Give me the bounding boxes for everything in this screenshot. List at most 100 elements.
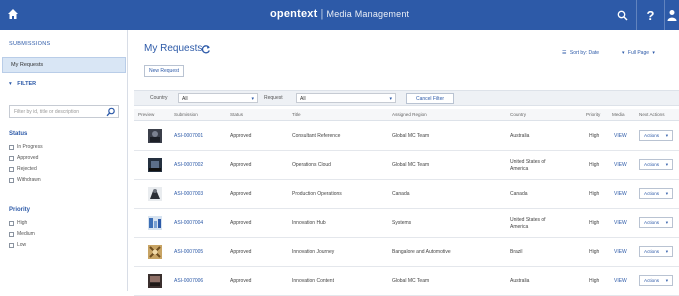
sidebar-item-my-requests[interactable]: My Requests [2,57,126,73]
actions-dropdown[interactable]: Actions ▾ [639,188,673,199]
media-view-link[interactable]: VIEW [614,278,627,284]
status-option-in-progress[interactable]: In Progress [9,143,43,151]
page-title: My Requests [144,43,203,54]
country-filter-select[interactable]: All ▾ [178,93,258,103]
column-header-country[interactable]: Country [510,112,526,117]
media-view-link[interactable]: VIEW [614,249,627,255]
column-header-preview[interactable]: Preview [138,112,154,117]
chevron-down-icon: ▾ [251,96,254,102]
actions-label: Actions [644,191,660,196]
home-icon[interactable] [6,7,20,21]
filter-toggle[interactable]: ▾ FILTER [9,81,36,87]
checkbox[interactable] [9,177,14,183]
thumbnail-image[interactable] [148,216,162,230]
chevron-down-icon: ▾ [622,50,625,56]
column-header-actions[interactable]: Next Actions [639,112,665,117]
submission-id-link[interactable]: ASI-0007006 [174,278,203,284]
media-view-link[interactable]: VIEW [614,220,627,226]
view-control[interactable]: ▾ Full Page ▾ [622,50,655,56]
country-cell: United States of America [510,159,546,172]
user-icon [667,10,677,21]
main-content: My Requests ☰ Sort by: Date ▾ Full Page … [130,30,679,296]
chevron-down-icon: ▾ [389,96,392,102]
table-header: Preview Submission Status Title Assigned… [134,109,679,121]
table-row[interactable]: ASI-0007001 Approved Consultant Referenc… [134,122,679,151]
priority-option-high[interactable]: High [9,219,27,227]
view-label: Full Page [627,50,650,56]
checkbox-label: Withdrawn [17,177,41,183]
top-header-bar: opentext | Media Management ? [0,0,679,30]
priority-option-low[interactable]: Low [9,241,26,249]
chevron-down-icon: ▾ [652,50,655,56]
submission-id-link[interactable]: ASI-0007004 [174,220,203,226]
cancel-filter-button[interactable]: Cancel Filter [406,93,454,104]
checkbox[interactable] [9,144,14,150]
thumbnail-image[interactable] [148,158,162,172]
user-button[interactable] [664,0,679,30]
status-cell: Approved [230,220,252,226]
filter-search-placeholder: Filter by id, title or description [14,109,80,115]
status-cell: Approved [230,162,252,168]
new-request-button[interactable]: New Request [144,65,184,77]
priority-filter-heading: Priority [9,207,31,213]
checkbox[interactable] [9,220,14,226]
column-header-submission[interactable]: Submission [174,112,198,117]
column-header-title[interactable]: Title [292,112,301,117]
status-cell: Approved [230,249,252,255]
search-button[interactable] [608,0,636,30]
column-header-status[interactable]: Status [230,112,243,117]
status-option-rejected[interactable]: Rejected [9,165,37,173]
thumbnail-image[interactable] [148,187,162,201]
sort-control[interactable]: ☰ Sort by: Date [562,50,599,56]
actions-label: Actions [644,162,660,167]
status-option-approved[interactable]: Approved [9,154,38,162]
submission-id-link[interactable]: ASI-0007005 [174,249,203,255]
actions-label: Actions [644,249,660,254]
actions-dropdown[interactable]: Actions ▾ [639,130,673,141]
table-row[interactable]: ASI-0007002 Approved Operations Cloud Gl… [134,151,679,180]
checkbox[interactable] [9,231,14,237]
table-row[interactable]: ASI-0007004 Approved Innovation Hub Syst… [134,209,679,238]
title-cell: Consultant Reference [292,133,341,139]
help-button[interactable]: ? [636,0,664,30]
actions-dropdown[interactable]: Actions ▾ [639,217,673,228]
column-header-priority[interactable]: Priority [586,112,600,117]
priority-cell: High [589,278,600,284]
sort-label: Sort by: Date [569,50,600,56]
media-view-link[interactable]: VIEW [614,162,627,168]
submission-id-link[interactable]: ASI-0007001 [174,133,203,139]
thumbnail-image[interactable] [148,274,162,288]
submission-id-link[interactable]: ASI-0007002 [174,162,203,168]
priority-option-medium[interactable]: Medium [9,230,35,238]
media-view-link[interactable]: VIEW [614,191,627,197]
filter-search-input[interactable]: Filter by id, title or description [9,105,119,118]
column-header-region[interactable]: Assigned Region [392,112,427,117]
checkbox-label: In Progress [17,144,43,150]
status-option-withdrawn[interactable]: Withdrawn [9,176,41,184]
actions-dropdown[interactable]: Actions ▾ [639,246,673,257]
request-filter-select[interactable]: All ▾ [296,93,396,103]
region-cell: Global MC Team [392,162,430,168]
chevron-down-icon: ▾ [665,220,668,225]
thumbnail-image[interactable] [148,245,162,259]
priority-cell: High [589,249,600,255]
actions-dropdown[interactable]: Actions ▾ [639,159,673,170]
brand-divider: | [320,8,324,20]
checkbox[interactable] [9,155,14,161]
priority-cell: High [589,162,600,168]
media-view-link[interactable]: VIEW [614,133,627,139]
search-icon[interactable] [106,107,116,117]
submission-id-link[interactable]: ASI-0007003 [174,191,203,197]
actions-dropdown[interactable]: Actions ▾ [639,275,673,286]
thumbnail-image[interactable] [148,129,162,143]
app-name: Media Management [326,9,410,19]
table-row[interactable]: ASI-0007005 Approved Innovation Journey … [134,238,679,267]
refresh-icon[interactable] [201,44,211,54]
checkbox[interactable] [9,166,14,172]
table-row[interactable]: ASI-0007003 Approved Production Operatio… [134,180,679,209]
region-cell: Canada [392,191,410,197]
column-header-media[interactable]: Media [612,112,625,117]
checkbox[interactable] [9,242,14,248]
checkbox-label: High [17,220,28,226]
table-row[interactable]: ASI-0007006 Approved Innovation Content … [134,267,679,296]
